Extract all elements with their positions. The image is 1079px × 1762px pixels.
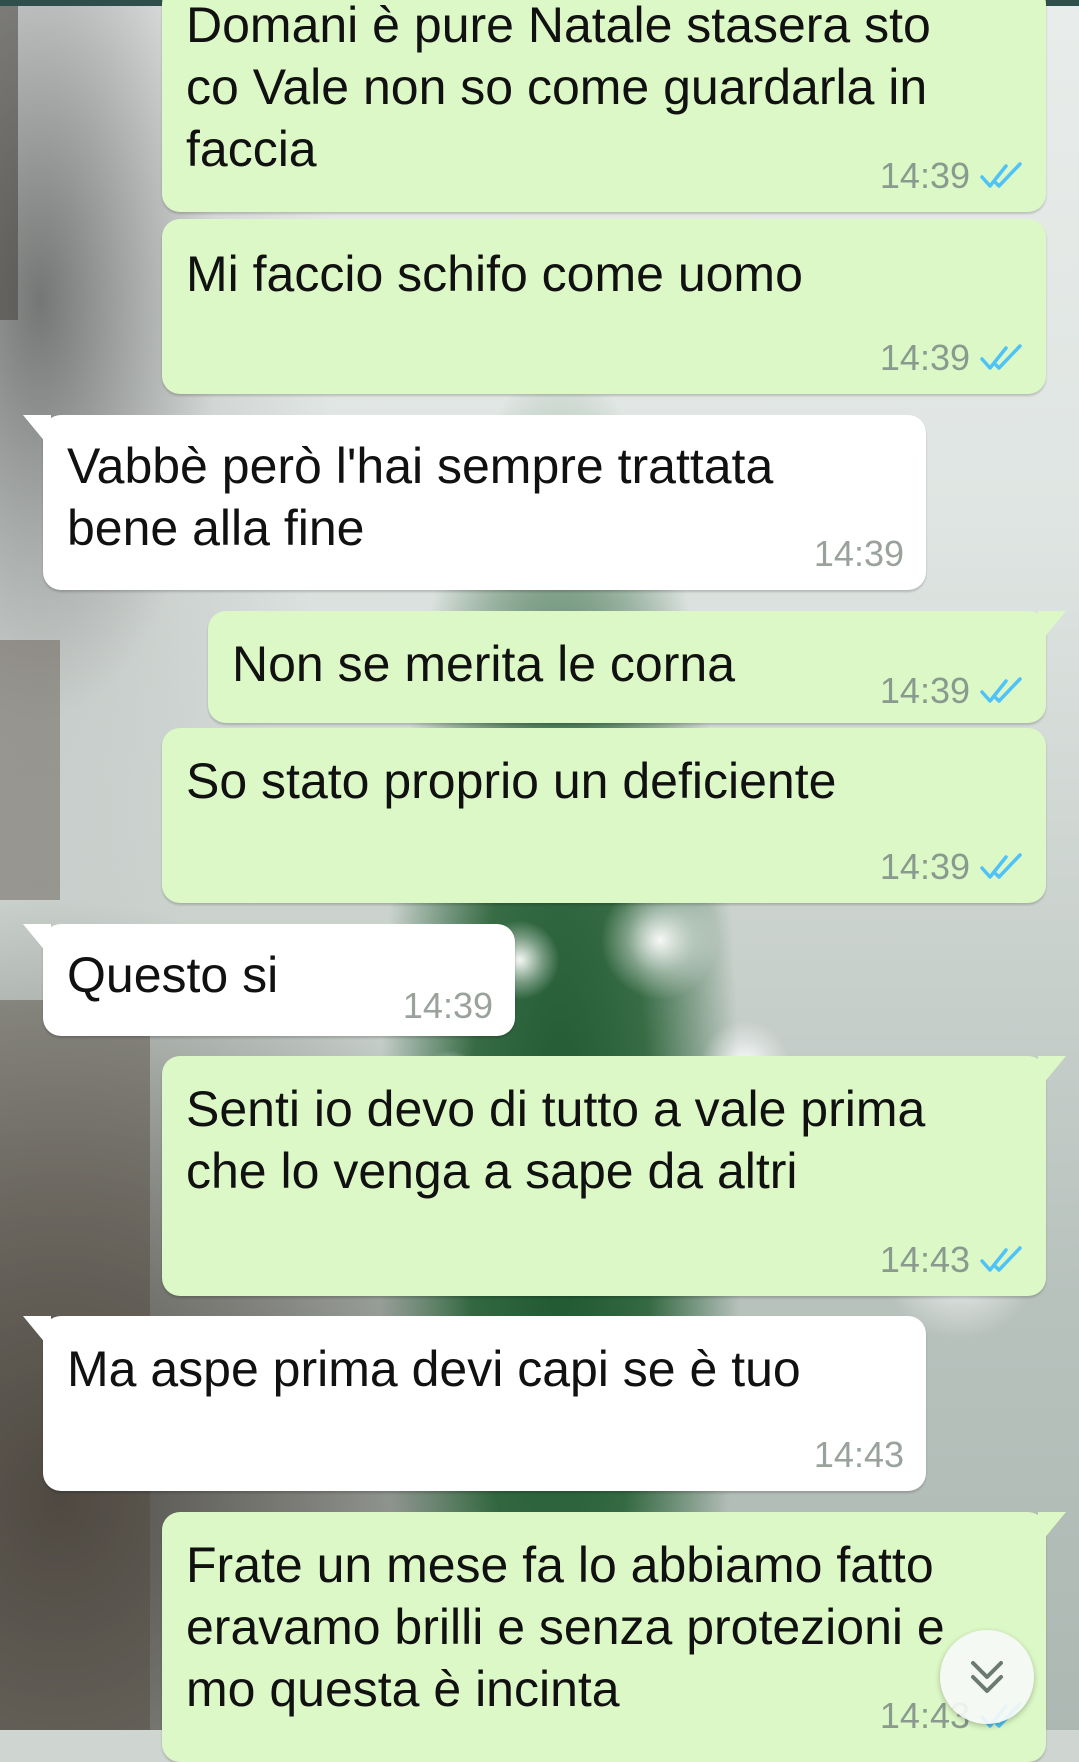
message-text: Domani è pure Natale stasera sto co Vale… [186, 0, 931, 177]
bubble-tail [23, 924, 51, 958]
message-time: 14:39 [879, 670, 970, 711]
bubble-tail [1038, 611, 1066, 645]
message-text: Frate un mese fa lo abbiamo fatto eravam… [186, 1537, 945, 1717]
chevron-double-down-icon [971, 1661, 1003, 1693]
message-bubble-incoming[interactable]: Vabbè però l'hai sempre trattata bene al… [23, 415, 926, 590]
bubble-tail [1038, 1056, 1066, 1090]
message-text: So stato proprio un deficiente [186, 753, 837, 809]
message-time: 14:43 [813, 1434, 904, 1475]
double-check-icon [980, 1246, 1022, 1272]
message-bubble-outgoing[interactable]: Non se merita le corna 14:39 [208, 611, 1066, 723]
message-time: 14:39 [879, 846, 970, 887]
message-meta: 14:39 [880, 847, 1024, 887]
double-check-icon [980, 677, 1022, 703]
message-meta: 14:39 [880, 338, 1024, 378]
scroll-to-bottom-button[interactable] [940, 1630, 1034, 1724]
message-meta: 14:39 [880, 671, 1024, 711]
double-check-icon [980, 853, 1022, 879]
message-text: Senti io devo di tutto a vale prima che … [186, 1081, 926, 1199]
message-time: 14:43 [879, 1239, 970, 1280]
message-time: 14:39 [813, 533, 904, 574]
message-bubble-outgoing[interactable]: So stato proprio un deficiente 14:39 [162, 728, 1046, 903]
double-check-icon [980, 162, 1022, 188]
double-check-icon [980, 344, 1022, 370]
message-text: Mi faccio schifo come uomo [186, 246, 803, 302]
message-bubble-incoming[interactable]: Questo si 14:39 [23, 924, 515, 1036]
message-meta: 14:39 [880, 156, 1024, 196]
message-bubble-incoming[interactable]: Ma aspe prima devi capi se è tuo 14:43 [23, 1316, 926, 1491]
message-bubble-outgoing[interactable]: Mi faccio schifo come uomo 14:39 [162, 219, 1046, 394]
message-time: 14:39 [402, 985, 493, 1026]
message-meta: 14:39 [403, 986, 493, 1026]
message-meta: 14:43 [880, 1240, 1024, 1280]
message-text: Vabbè però l'hai sempre trattata bene al… [67, 438, 774, 556]
message-text: Ma aspe prima devi capi se è tuo [67, 1341, 801, 1397]
bubble-tail [23, 415, 51, 449]
message-meta: 14:39 [814, 534, 904, 574]
message-time: 14:39 [879, 337, 970, 378]
bubble-tail [1038, 1512, 1066, 1546]
message-bubble-outgoing[interactable]: Senti io devo di tutto a vale prima che … [162, 1056, 1066, 1296]
message-bubble-outgoing[interactable]: Domani è pure Natale stasera sto co Vale… [162, 0, 1046, 212]
message-bubble-outgoing[interactable]: Frate un mese fa lo abbiamo fatto eravam… [162, 1512, 1066, 1762]
bubble-tail [23, 1316, 51, 1350]
message-meta: 14:43 [814, 1435, 904, 1475]
message-time: 14:39 [879, 155, 970, 196]
